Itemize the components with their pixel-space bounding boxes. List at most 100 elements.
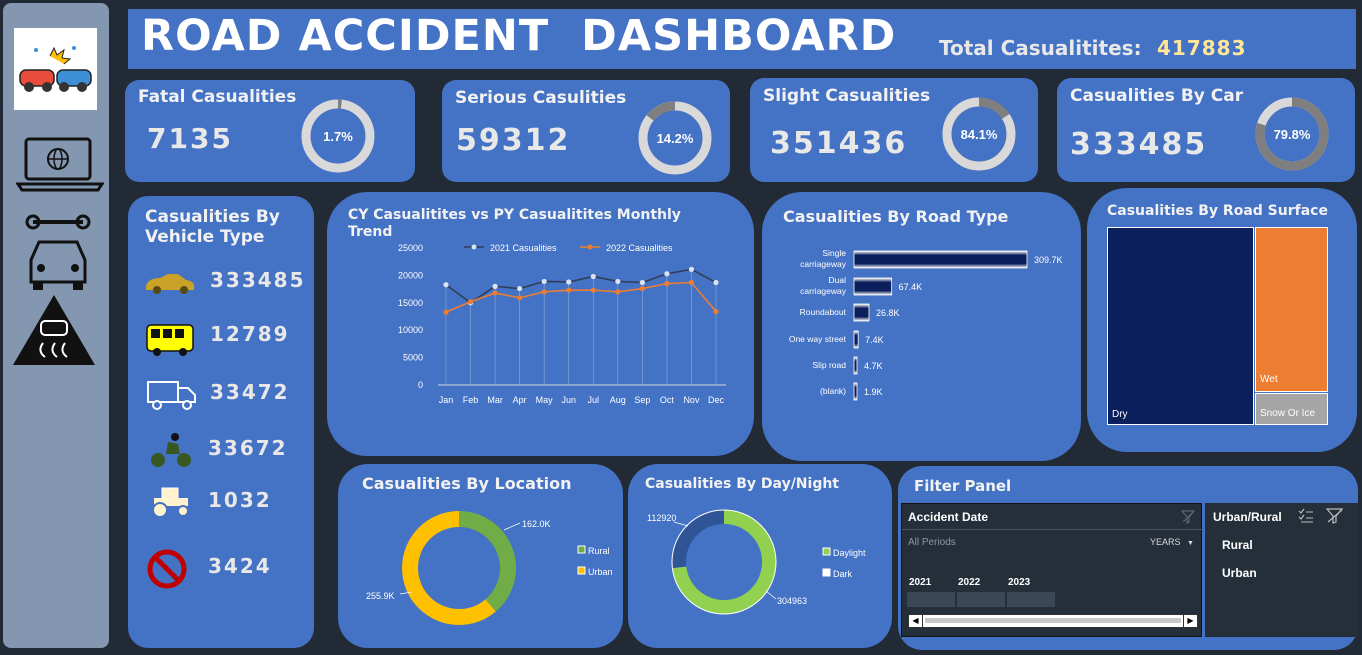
data-point [517,285,523,292]
legend-marker [822,568,831,577]
data-label: 4.7K [864,361,883,371]
x-tick-label: Jul [588,395,600,405]
vehicle-value: 12789 [210,322,290,346]
data-point [492,283,498,289]
year-bar-2022[interactable] [957,592,1005,607]
leader-line [503,522,521,531]
data-point [517,295,523,301]
road-type-card: Casualities By Road Type Single carriagew… [762,192,1081,461]
treemap-snow[interactable]: Snow Or Ice [1255,393,1328,425]
kpi-donut: 14.2% [638,101,712,175]
y-tick-label: 15000 [398,298,423,308]
x-tick-label: Nov [683,395,700,405]
scroll-right-icon[interactable]: ▶ [1183,615,1197,627]
tractor-icon [152,487,189,518]
road-surface-card: Casualities By Road Surface Dry Wet Snow… [1087,188,1357,452]
kpi-card-serious: Serious Casulities 59312 14.2% [442,80,730,182]
year-label: 2023 [1008,577,1031,588]
clear-filter-icon[interactable] [1181,510,1195,524]
car-repair-icon[interactable] [25,212,91,294]
x-tick-label: Feb [463,395,479,405]
series-line-2022 [445,281,717,313]
truck-icon [147,381,196,410]
category-label: One way street [789,334,847,344]
kpi-title: Serious Casulities [455,88,627,108]
data-point [443,282,449,288]
motorcycle-icon [151,433,191,467]
vehicle-type-panel: Casualities By Vehicle Type 333485 12789… [128,196,314,648]
treemap-wet[interactable]: Wet [1255,227,1328,392]
y-tick-label: 25000 [398,243,423,253]
data-point [664,281,670,287]
data-point [615,289,621,295]
road-type-bar [853,382,858,401]
urban-rural-slicer[interactable]: Urban/Rural Rural Urban [1205,503,1358,637]
scroll-thumb[interactable] [925,618,1181,623]
legend-label: Rural [588,546,610,556]
total-casualties-label: Total Casualitites: [939,36,1142,60]
slicer-item-rural[interactable]: Rural [1222,538,1253,552]
kpi-value: 7135 [147,122,233,155]
years-dropdown[interactable]: YEARS ▼ [1150,537,1194,547]
kpi-title: Fatal Casualities [138,87,297,107]
category-label: carriageway [800,286,847,296]
series-line-2021 [445,268,717,304]
timeline-scrollbar[interactable]: ◀ ▶ [908,614,1198,628]
data-point [541,289,547,295]
data-point [688,266,695,272]
legend-marker [577,566,586,575]
prohibited-icon [147,549,187,589]
data-label: 26.8K [876,308,900,318]
kpi-title: Casualities By Car [1070,86,1244,106]
legend-label: 2021 Casualities [490,243,557,253]
kpi-card-slight: Slight Casualities 351436 84.1% [750,78,1038,182]
data-point [443,309,449,315]
location-card: Casualities By Location 162.0K 255.9K Rura… [338,464,623,648]
data-label: 112920 [647,513,676,523]
x-tick-label: May [536,395,554,405]
data-label: 1.9K [864,387,883,397]
all-periods-label: All Periods [908,537,956,548]
crash-logo-icon [14,28,97,110]
legend-label: 2022 Casualities [606,243,673,253]
vehicle-value: 3424 [208,554,272,578]
total-casualties-value: 417883 [1157,36,1247,60]
page-title: ROAD ACCIDENT DASHBOARD [141,11,897,61]
slippery-road-icon[interactable] [11,293,97,367]
laptop-globe-icon[interactable] [15,136,105,192]
kpi-percent: 79.8% [1274,127,1311,142]
scroll-left-icon[interactable]: ◀ [909,615,923,627]
filter-panel: Filter Panel Accident Date All Periods Y… [898,466,1358,650]
accident-date-slicer[interactable]: Accident Date All Periods YEARS ▼ 2021 2… [901,503,1203,637]
slicer-title: Accident Date [908,510,989,524]
select-all-icon[interactable] [1298,508,1314,524]
road-type-chart: Singlecarriageway 309.7KDualcarriageway 67… [789,248,1063,401]
y-tick-label: 5000 [403,353,423,363]
year-bar-2021[interactable] [907,592,955,607]
data-label: 67.4K [899,282,923,292]
data-point [467,299,474,305]
vehicle-value: 33472 [210,380,290,404]
legend-marker [822,547,831,556]
sidebar [3,3,109,648]
x-tick-label: Mar [487,395,503,405]
data-point [688,279,695,286]
kpi-percent: 84.1% [961,127,998,142]
category-label: (blank) [820,386,846,396]
kpi-percent: 1.7% [323,129,353,144]
y-tick-label: 10000 [398,325,423,335]
day-night-donut: 304963 112920 Daylight Dark [647,509,866,615]
slicer-item-urban[interactable]: Urban [1222,566,1257,580]
filter-title: Filter Panel [914,477,1012,495]
y-tick-label: 20000 [398,270,423,280]
kpi-percent: 14.2% [657,131,694,146]
category-label: Dual [829,275,847,285]
clear-filter-icon[interactable] [1326,508,1344,524]
treemap-dry[interactable]: Dry [1107,227,1254,425]
road-type-bar [853,250,1028,269]
data-label: 255.9K [366,591,395,601]
chart-title: Casualities By Road Surface [1107,203,1328,219]
kpi-card-car: Casualities By Car 333485 79.8% [1057,78,1355,182]
location-donut: 162.0K 255.9K Rural Urban [366,511,613,625]
year-bar-2023[interactable] [1007,592,1055,607]
